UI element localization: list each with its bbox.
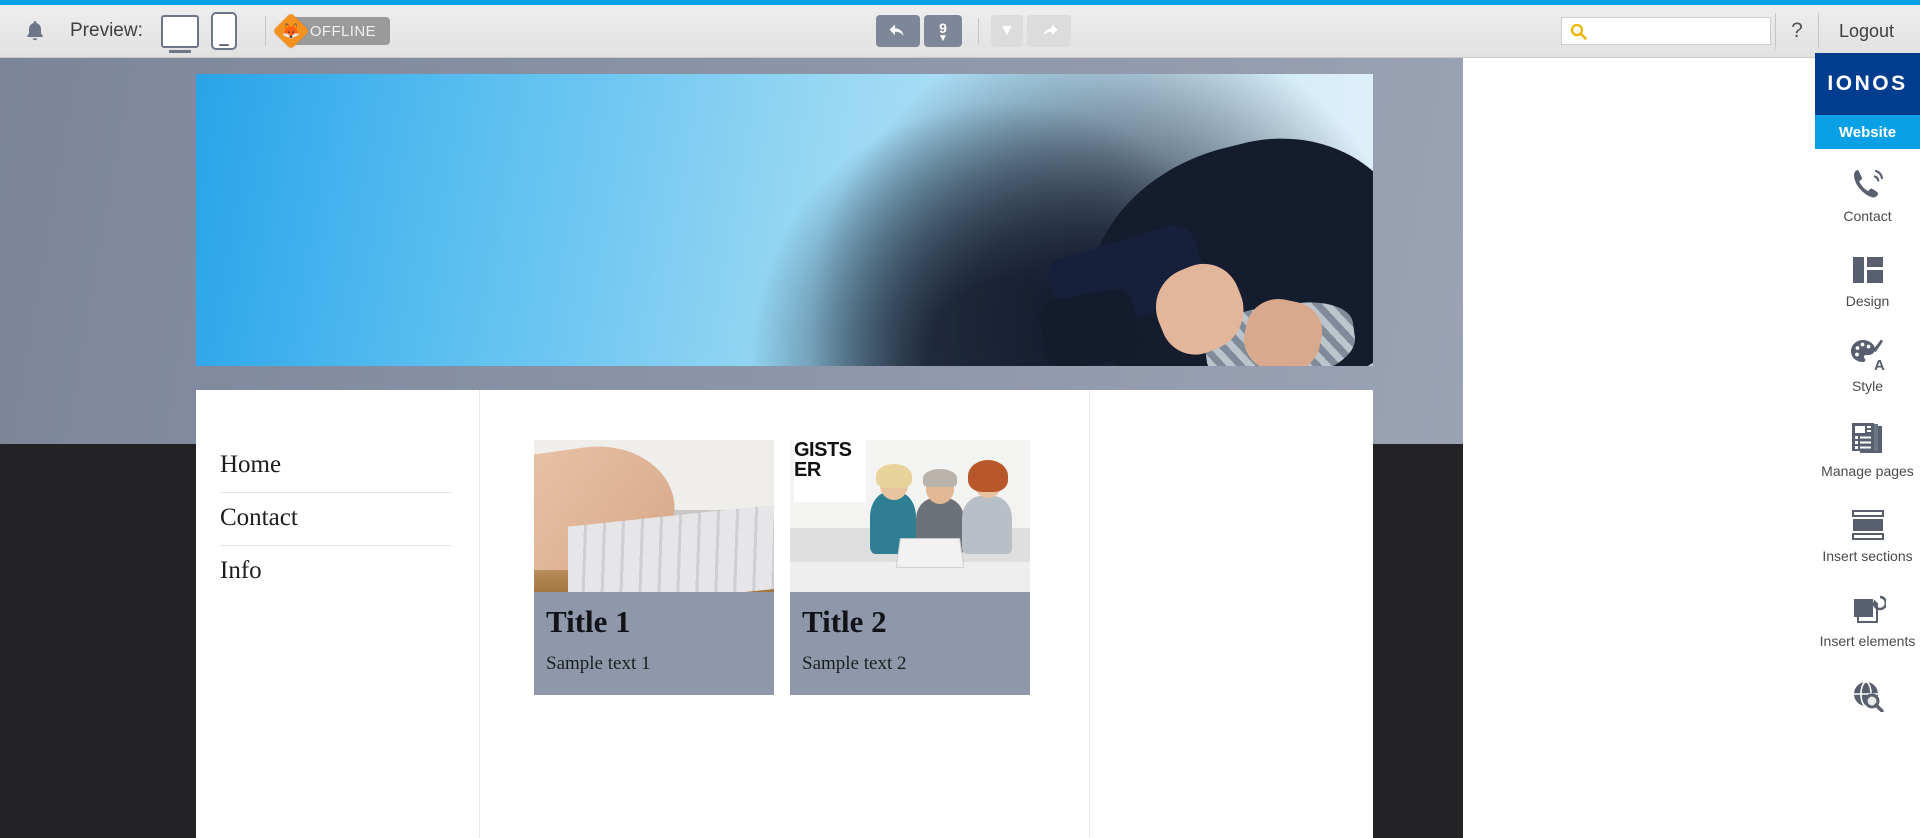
logout-button[interactable]: Logout — [1819, 21, 1920, 42]
sidebar-tab-label: Website — [1838, 123, 1897, 141]
sidebar-item-design[interactable]: Design — [1815, 234, 1920, 319]
chevron-down-icon: ▼ — [938, 32, 948, 44]
undo-history-button[interactable]: 9 ▼ — [923, 15, 962, 47]
redo-arrow-icon — [1037, 21, 1061, 41]
redo-group: ▼ — [990, 15, 1075, 47]
globe-search-icon — [1850, 674, 1886, 712]
nav-item-home[interactable]: Home — [220, 440, 451, 493]
notifications-button[interactable] — [0, 19, 70, 43]
preview-label: Preview: — [70, 20, 143, 41]
card-caption: Title 2 Sample text 2 — [790, 592, 1030, 695]
toolbar-right-group: ? Logout — [1560, 5, 1920, 57]
sidebar-item-globe-search[interactable] — [1815, 660, 1920, 729]
search-input[interactable] — [1592, 23, 1774, 39]
toolbar-center-group: 9 ▼ ▼ — [390, 5, 1561, 57]
sidebar-item-label: Insert sections — [1822, 548, 1913, 565]
content-empty-column — [1089, 390, 1373, 838]
right-sidebar: IONOS Website Contact Design A Style Man… — [1815, 53, 1920, 838]
card-title: Title 1 — [546, 604, 631, 639]
sidebar-item-insert-elements[interactable]: Insert elements — [1815, 574, 1920, 659]
content-cards-row: Title 1 Sample text 1 GISTS ER Title 2 S… — [480, 390, 1089, 838]
svg-text:A: A — [1874, 357, 1885, 371]
toolbar-divider-2 — [977, 18, 979, 44]
sidebar-item-label: Manage pages — [1821, 463, 1914, 480]
sidebar-item-contact[interactable]: Contact — [1815, 149, 1920, 234]
preview-desktop-button[interactable] — [160, 14, 199, 48]
redo-dropdown-button[interactable]: ▼ — [990, 15, 1023, 47]
toolbar-left-group: Preview: 🦊 OFFLINE — [0, 5, 390, 57]
editor-canvas[interactable]: Home Contact Info Title 1 Sample text 1 — [0, 58, 1463, 838]
card-caption: Title 1 Sample text 1 — [534, 592, 774, 695]
preview-mobile-button[interactable] — [210, 12, 237, 50]
undo-button[interactable] — [875, 15, 920, 47]
undo-group: 9 ▼ — [875, 15, 966, 47]
section-bars-icon — [1850, 503, 1886, 541]
chevron-down-icon: ▼ — [999, 22, 1015, 39]
offline-diamond-icon: 🦊 — [272, 12, 310, 50]
offline-status-badge[interactable]: 🦊 OFFLINE — [272, 12, 390, 50]
phone-call-icon — [1850, 163, 1886, 201]
element-layers-icon — [1850, 588, 1886, 626]
card-subtitle: Sample text 2 — [802, 652, 907, 674]
sidebar-item-label: Contact — [1843, 208, 1892, 224]
redo-button[interactable] — [1026, 15, 1071, 47]
card-image-keyboard — [534, 440, 774, 592]
toolbar-divider — [264, 16, 266, 46]
content-card[interactable]: GISTS ER Title 2 Sample text 2 — [790, 440, 1030, 838]
page-stack-icon — [1850, 418, 1886, 456]
brand-logo: IONOS — [1815, 53, 1920, 115]
layout-grid-icon — [1850, 248, 1886, 286]
top-toolbar: Preview: 🦊 OFFLINE 9 ▼ ▼ ? Logout — [0, 5, 1920, 58]
poster-text: GISTS ER — [794, 440, 866, 502]
nav-item-contact[interactable]: Contact — [220, 493, 451, 546]
photographer-illustration — [943, 109, 1373, 366]
offline-status-label: OFFLINE — [309, 22, 376, 40]
search-box[interactable] — [1560, 17, 1774, 45]
card-title: Title 2 — [802, 604, 887, 639]
sidebar-item-manage-pages[interactable]: Manage pages — [1815, 404, 1920, 489]
top-accent-bar — [0, 0, 1920, 5]
card-subtitle: Sample text 1 — [546, 652, 651, 674]
sidebar-tab-website[interactable]: Website — [1815, 115, 1920, 149]
hero-banner-image[interactable] — [196, 74, 1373, 366]
page-content-card: Home Contact Info Title 1 Sample text 1 — [196, 390, 1373, 838]
undo-arrow-icon — [886, 21, 910, 41]
bell-icon — [24, 19, 46, 43]
palette-brush-icon: A — [1849, 333, 1887, 371]
nav-item-info[interactable]: Info — [220, 546, 451, 598]
brand-logo-text: IONOS — [1827, 72, 1908, 95]
sidebar-item-label: Insert elements — [1819, 633, 1916, 650]
site-navigation: Home Contact Info — [196, 390, 480, 838]
sidebar-item-style[interactable]: A Style — [1815, 319, 1920, 404]
card-image-office: GISTS ER — [790, 440, 1030, 592]
app-root: Preview: 🦊 OFFLINE 9 ▼ ▼ ? Logout Home C… — [0, 0, 1920, 838]
sidebar-item-label: Design — [1845, 293, 1890, 310]
search-magnifier-icon — [1570, 23, 1587, 40]
help-button[interactable]: ? — [1776, 19, 1818, 43]
sidebar-item-insert-sections[interactable]: Insert sections — [1815, 489, 1920, 574]
sidebar-item-label: Style — [1851, 378, 1884, 395]
content-card[interactable]: Title 1 Sample text 1 — [534, 440, 774, 838]
